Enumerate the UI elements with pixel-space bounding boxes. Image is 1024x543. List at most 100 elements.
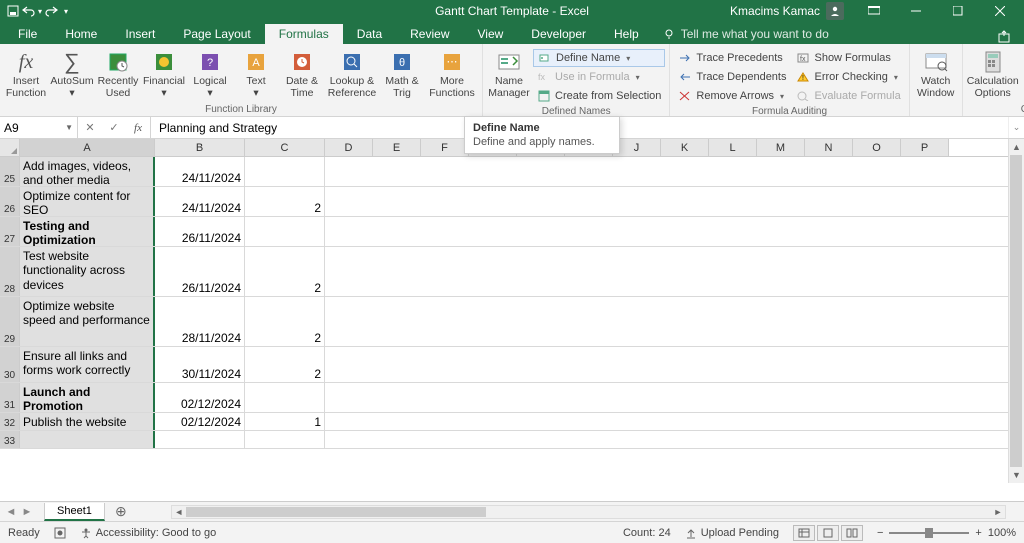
calculation-options-button[interactable]: Calculation Options xyxy=(967,47,1019,103)
enter-formula-icon[interactable]: ✓ xyxy=(102,121,126,134)
close-button[interactable] xyxy=(980,0,1020,22)
tab-help[interactable]: Help xyxy=(600,24,653,44)
cell[interactable]: Launch and Promotion xyxy=(20,383,155,412)
text-button[interactable]: A Text▾ xyxy=(234,47,278,103)
redo-icon[interactable] xyxy=(44,4,58,18)
tab-review[interactable]: Review xyxy=(396,24,463,44)
sheet-nav-next[interactable]: ► xyxy=(20,506,34,518)
tab-formulas[interactable]: Formulas xyxy=(265,24,343,44)
col-header-N[interactable]: N xyxy=(805,139,853,156)
cancel-formula-icon[interactable]: ✕ xyxy=(78,121,102,134)
zoom-control[interactable]: − + 100% xyxy=(877,527,1016,539)
cell[interactable]: 2 xyxy=(245,187,325,216)
cell[interactable]: 1 xyxy=(245,413,325,430)
cell[interactable]: 2 xyxy=(245,247,325,296)
accessibility-status[interactable]: Accessibility: Good to go xyxy=(80,527,216,539)
sheet-nav-prev[interactable]: ◄ xyxy=(4,506,18,518)
hscroll-left-icon[interactable]: ◄ xyxy=(172,507,186,517)
tab-home[interactable]: Home xyxy=(51,24,111,44)
cell[interactable] xyxy=(325,347,1024,382)
namebox-dropdown-icon[interactable]: ▼ xyxy=(65,123,73,132)
watch-window-button[interactable]: Watch Window xyxy=(914,47,958,103)
save-icon[interactable] xyxy=(6,4,20,18)
tell-me-search[interactable]: Tell me what you want to do xyxy=(653,24,839,44)
show-formulas-button[interactable]: fxShow Formulas xyxy=(792,49,904,67)
financial-button[interactable]: Financial▾ xyxy=(142,47,186,103)
row-header[interactable]: 29 xyxy=(0,297,20,346)
cell[interactable]: 26/11/2024 xyxy=(155,217,245,246)
cell[interactable] xyxy=(155,431,245,448)
tab-file[interactable]: File xyxy=(4,24,51,44)
hscroll-thumb[interactable] xyxy=(186,507,486,517)
scroll-up-icon[interactable]: ▲ xyxy=(1009,139,1024,155)
view-page-layout-button[interactable] xyxy=(817,525,839,541)
define-name-button[interactable]: Define Name xyxy=(533,49,665,67)
cell[interactable] xyxy=(325,157,1024,186)
cell[interactable] xyxy=(325,413,1024,430)
formula-expand-icon[interactable]: ⌄ xyxy=(1008,117,1024,138)
maximize-button[interactable] xyxy=(938,0,978,22)
col-header-O[interactable]: O xyxy=(853,139,901,156)
cell[interactable]: 02/12/2024 xyxy=(155,413,245,430)
cell[interactable]: Optimize content for SEO xyxy=(20,187,155,216)
row-header[interactable]: 32 xyxy=(0,413,20,430)
trace-precedents-button[interactable]: Trace Precedents xyxy=(674,49,790,67)
tab-data[interactable]: Data xyxy=(343,24,396,44)
view-normal-button[interactable] xyxy=(793,525,815,541)
row-header[interactable]: 33 xyxy=(0,431,20,448)
add-sheet-button[interactable]: ⊕ xyxy=(111,502,131,522)
cell[interactable]: 24/11/2024 xyxy=(155,157,245,186)
cell[interactable] xyxy=(325,431,1024,448)
cell[interactable] xyxy=(245,157,325,186)
row-header[interactable]: 31 xyxy=(0,383,20,412)
undo-icon[interactable] xyxy=(22,4,36,18)
hscroll-right-icon[interactable]: ► xyxy=(991,507,1005,517)
row-header[interactable]: 30 xyxy=(0,347,20,382)
zoom-in-button[interactable]: + xyxy=(975,527,981,539)
remove-arrows-button[interactable]: Remove Arrows xyxy=(674,87,790,105)
more-functions-button[interactable]: ⋯ More Functions xyxy=(426,47,478,103)
cell[interactable]: 30/11/2024 xyxy=(155,347,245,382)
cell[interactable]: 24/11/2024 xyxy=(155,187,245,216)
cell[interactable]: Testing and Optimization xyxy=(20,217,155,246)
use-in-formula-button[interactable]: fx Use in Formula xyxy=(533,68,665,86)
evaluate-formula-button[interactable]: Evaluate Formula xyxy=(792,87,904,105)
row-header[interactable]: 25 xyxy=(0,157,20,186)
datetime-button[interactable]: Date & Time xyxy=(280,47,324,103)
cell[interactable]: 2 xyxy=(245,297,325,346)
cell[interactable]: Test website functionality across device… xyxy=(20,247,155,296)
zoom-out-button[interactable]: − xyxy=(877,527,883,539)
col-header-A[interactable]: A xyxy=(20,139,155,156)
cell[interactable]: Ensure all links and forms work correctl… xyxy=(20,347,155,382)
zoom-slider[interactable] xyxy=(889,532,969,534)
qat-customize-icon[interactable]: ▾ xyxy=(64,7,68,16)
cell[interactable]: Publish the website xyxy=(20,413,155,430)
col-header-C[interactable]: C xyxy=(245,139,325,156)
cell[interactable]: Add images, videos, and other media xyxy=(20,157,155,186)
cell[interactable] xyxy=(245,431,325,448)
cell[interactable]: 26/11/2024 xyxy=(155,247,245,296)
cell[interactable] xyxy=(325,297,1024,346)
col-header-D[interactable]: D xyxy=(325,139,373,156)
col-header-F[interactable]: F xyxy=(421,139,469,156)
cell[interactable]: 2 xyxy=(245,347,325,382)
col-header-M[interactable]: M xyxy=(757,139,805,156)
macro-record-icon[interactable] xyxy=(54,527,66,539)
col-header-P[interactable]: P xyxy=(901,139,949,156)
cell[interactable]: Optimize website speed and performance xyxy=(20,297,155,346)
error-checking-button[interactable]: !Error Checking xyxy=(792,68,904,86)
row-header[interactable]: 28 xyxy=(0,247,20,296)
tab-view[interactable]: View xyxy=(464,24,518,44)
horizontal-scrollbar[interactable]: ◄ ► xyxy=(171,505,1006,519)
select-all-button[interactable] xyxy=(0,139,20,156)
row-header[interactable]: 26 xyxy=(0,187,20,216)
tab-insert[interactable]: Insert xyxy=(111,24,169,44)
create-from-selection-button[interactable]: Create from Selection xyxy=(533,87,665,105)
minimize-button[interactable] xyxy=(896,0,936,22)
col-header-K[interactable]: K xyxy=(661,139,709,156)
name-manager-button[interactable]: Name Manager xyxy=(487,47,531,103)
lookup-button[interactable]: Lookup & Reference xyxy=(326,47,378,103)
scroll-down-icon[interactable]: ▼ xyxy=(1009,467,1024,483)
math-button[interactable]: θ Math & Trig xyxy=(380,47,424,103)
user-account[interactable]: Kmacims Kamac xyxy=(722,2,852,20)
